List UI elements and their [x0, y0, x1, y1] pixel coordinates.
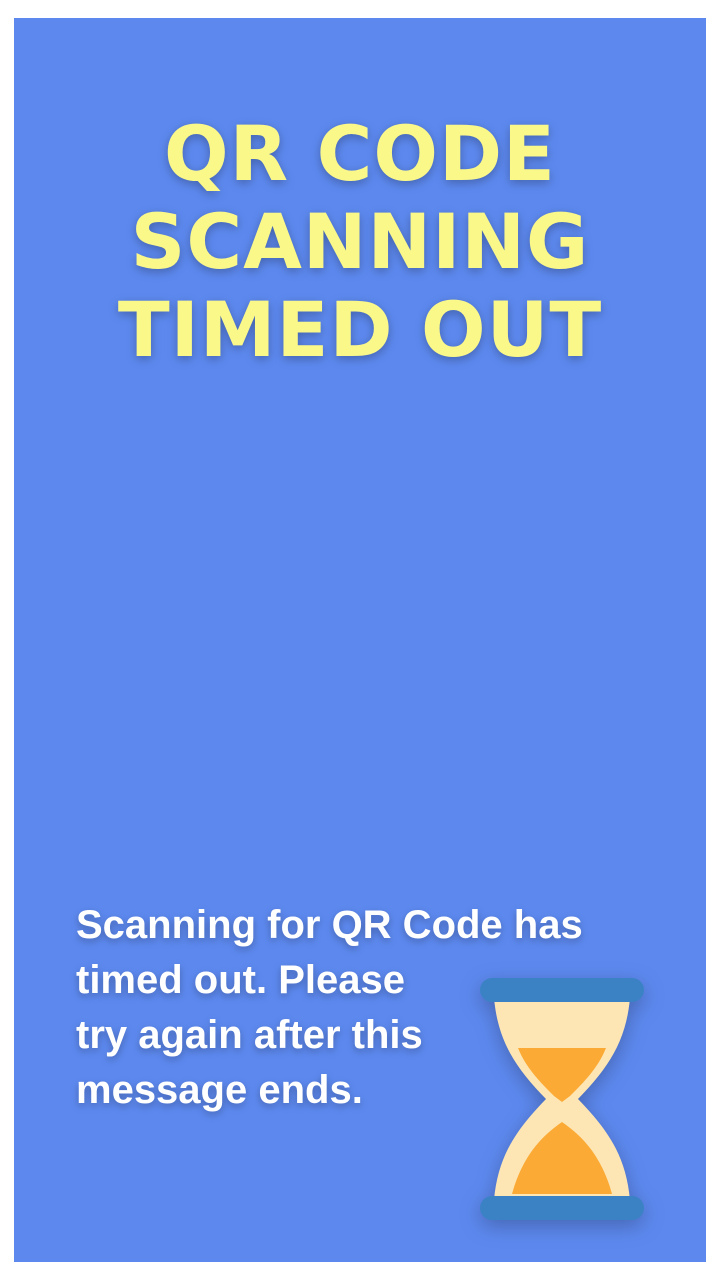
- message-line-1: Scanning for QR Code has: [76, 903, 583, 947]
- message-line-2: timed out. Please: [76, 958, 405, 1002]
- message-line-4: message ends.: [76, 1068, 363, 1112]
- hourglass-icon: [480, 978, 644, 1220]
- title-line-1: QR CODE: [164, 109, 556, 198]
- hourglass-top-bar: [480, 978, 644, 1002]
- title-line-2: SCANNING: [130, 197, 590, 286]
- screen: QR CODE SCANNING TIMED OUT Scanning for …: [0, 0, 720, 1280]
- page-title: QR CODE SCANNING TIMED OUT: [14, 110, 706, 374]
- hourglass-bottom-bar: [480, 1196, 644, 1220]
- message-line-3: try again after this: [76, 1013, 423, 1057]
- title-line-3: TIMED OUT: [117, 285, 603, 374]
- timeout-panel: QR CODE SCANNING TIMED OUT Scanning for …: [14, 18, 706, 1262]
